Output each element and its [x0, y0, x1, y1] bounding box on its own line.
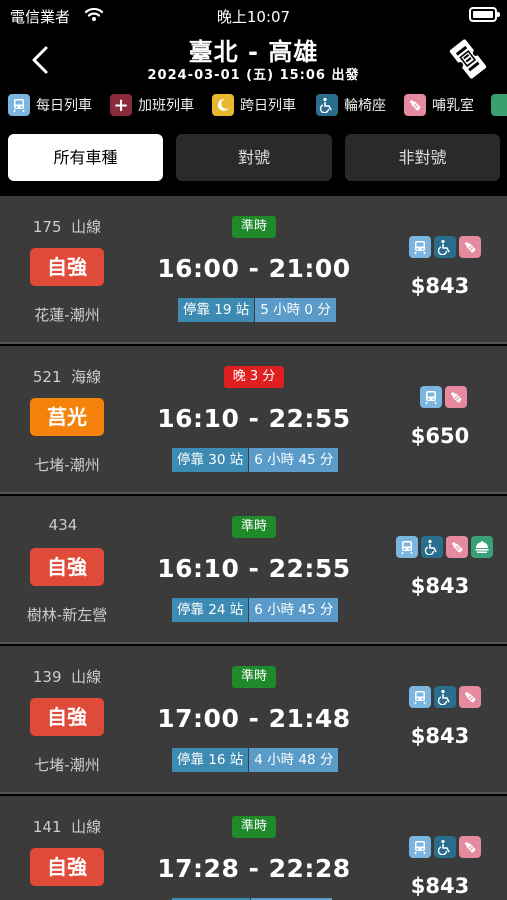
wheelchair-icon [421, 536, 443, 558]
status-badge: 準時 [232, 666, 276, 688]
dining-icon [491, 94, 507, 116]
train-row[interactable]: 141 山線 自強 準時 17:28 - 22:28 $843 [0, 796, 507, 900]
legend-item-overnight: 跨日列車 [212, 94, 296, 116]
train-info-bar: 停靠 24 站 6 小時 45 分 [172, 598, 339, 622]
service-icons [409, 236, 481, 258]
legend-label: 每日列車 [36, 98, 92, 114]
clock: 晚上10:07 [216, 8, 291, 26]
nav-header: 臺北 - 高雄 2024-03-01 (五) 15:06 出發 [0, 30, 507, 90]
train-type-badge: 自強 [30, 698, 104, 736]
wheelchair-icon [434, 686, 456, 708]
legend-item-dining [491, 94, 507, 116]
filter-reserved[interactable]: 對號 [176, 134, 332, 181]
train-icon [8, 94, 30, 116]
baby-bottle-icon [446, 536, 468, 558]
wheelchair-icon [434, 836, 456, 858]
train-time: 16:10 - 22:55 [157, 554, 351, 583]
train-row[interactable]: 434 自強 樹林-新左營 準時 16:10 - 22:55 停靠 24 站 6… [0, 496, 507, 644]
ticket-price: $843 [410, 724, 470, 748]
train-type-badge: 自強 [30, 848, 104, 886]
baby-bottle-icon [459, 686, 481, 708]
baby-bottle-icon [459, 236, 481, 258]
stop-count: 停靠 19 站 [178, 298, 256, 322]
train-list: 175 山線 自強 花蓮-潮州 準時 16:00 - 21:00 停靠 19 站… [0, 196, 507, 900]
legend-item-nursing: 哺乳室 [404, 94, 474, 116]
train-row[interactable]: 139 山線 自強 七堵-潮州 準時 17:00 - 21:48 停靠 16 站… [0, 646, 507, 794]
filter-bar: 所有車種 對號 非對號 [0, 130, 507, 186]
travel-duration: 6 小時 45 分 [249, 598, 339, 622]
legend-label: 哺乳室 [432, 98, 474, 114]
moon-icon [212, 94, 234, 116]
train-icon [396, 536, 418, 558]
train-type-badge: 自強 [30, 248, 104, 286]
status-badge: 晚 3 分 [224, 366, 284, 388]
train-type-badge: 自強 [30, 548, 104, 586]
train-number: 139 山線 [32, 668, 102, 686]
plus-icon: + [110, 94, 132, 116]
filter-all-types[interactable]: 所有車種 [8, 134, 163, 181]
train-route: 花蓮-潮州 [34, 306, 100, 324]
departure-subtitle: 2024-03-01 (五) 15:06 出發 [147, 68, 360, 83]
train-number: 521 海線 [32, 368, 102, 386]
train-row[interactable]: 521 海線 莒光 七堵-潮州 晚 3 分 16:10 - 22:55 停靠 3… [0, 346, 507, 494]
legend-item-wheelchair: 輪椅座 [316, 94, 386, 116]
status-bar: 電信業者 晚上10:07 [0, 0, 507, 30]
train-number: 434 [48, 516, 78, 534]
train-route: 樹林-新左營 [26, 606, 108, 624]
legend: 每日列車 + 加班列車 跨日列車 輪椅座 哺乳室 [0, 92, 507, 122]
status-badge: 準時 [232, 816, 276, 838]
travel-duration: 5 小時 0 分 [255, 298, 336, 322]
status-badge: 準時 [232, 216, 276, 238]
train-time: 16:10 - 22:55 [157, 404, 351, 433]
legend-item-extra: + 加班列車 [110, 94, 194, 116]
train-time: 17:28 - 22:28 [157, 854, 351, 883]
stop-count: 停靠 30 站 [172, 448, 250, 472]
travel-duration: 4 小時 48 分 [249, 748, 339, 772]
train-row[interactable]: 175 山線 自強 花蓮-潮州 準時 16:00 - 21:00 停靠 19 站… [0, 196, 507, 344]
page-title: 臺北 - 高雄 [188, 38, 319, 66]
legend-label: 輪椅座 [344, 98, 386, 114]
filter-non-reserved[interactable]: 非對號 [345, 134, 500, 181]
ticket-price: $843 [410, 574, 470, 598]
service-icons [420, 386, 467, 408]
baby-bottle-icon [459, 836, 481, 858]
train-info-bar: 停靠 19 站 5 小時 0 分 [178, 298, 336, 322]
train-icon [409, 836, 431, 858]
legend-label: 跨日列車 [240, 98, 296, 114]
train-number: 175 山線 [32, 218, 102, 236]
service-icons [396, 536, 493, 558]
train-time: 17:00 - 21:48 [157, 704, 351, 733]
stop-count: 停靠 16 站 [172, 748, 250, 772]
service-icons [409, 836, 481, 858]
train-icon [420, 386, 442, 408]
travel-duration: 6 小時 45 分 [249, 448, 339, 472]
status-badge: 準時 [232, 516, 276, 538]
train-time: 16:00 - 21:00 [157, 254, 351, 283]
train-icon [409, 686, 431, 708]
train-type-badge: 莒光 [30, 398, 104, 436]
ticket-price: $843 [410, 274, 470, 298]
stop-count: 停靠 24 站 [172, 598, 250, 622]
ticket-price: $650 [410, 424, 470, 448]
baby-bottle-icon [445, 386, 467, 408]
wheelchair-icon [434, 236, 456, 258]
train-icon [409, 236, 431, 258]
ticket-icon[interactable] [443, 34, 493, 84]
battery-icon [469, 7, 500, 22]
train-route: 七堵-潮州 [34, 456, 100, 474]
train-route: 七堵-潮州 [34, 756, 100, 774]
ticket-price: $843 [410, 874, 470, 898]
service-icons [409, 686, 481, 708]
dining-icon [471, 536, 493, 558]
train-info-bar: 停靠 30 站 6 小時 45 分 [172, 448, 339, 472]
baby-bottle-icon [404, 94, 426, 116]
legend-label: 加班列車 [138, 98, 194, 114]
wheelchair-icon [316, 94, 338, 116]
train-number: 141 山線 [32, 818, 102, 836]
train-info-bar: 停靠 16 站 4 小時 48 分 [172, 748, 339, 772]
legend-item-daily: 每日列車 [8, 94, 92, 116]
